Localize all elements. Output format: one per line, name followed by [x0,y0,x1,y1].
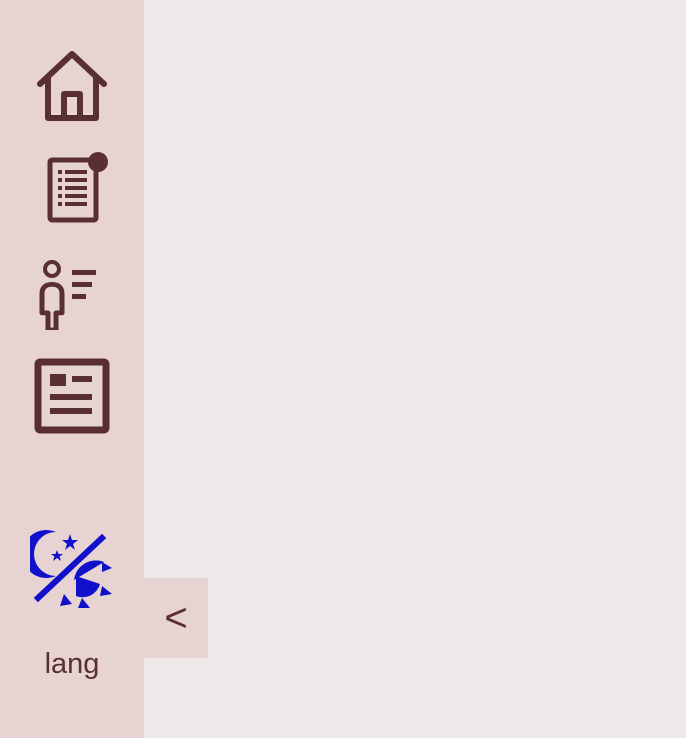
sidebar-item-profile[interactable] [0,244,144,340]
theme-toggle-icon [30,530,112,608]
sidebar: lang [0,0,144,738]
notification-dot [88,152,108,172]
language-button[interactable]: lang [0,640,144,688]
sidebar-item-news[interactable] [0,348,144,444]
home-icon [37,51,107,121]
notes-icon [47,152,108,223]
theme-toggle-button[interactable] [0,520,144,616]
newspaper-icon [34,358,110,434]
profile-list-icon [39,260,96,330]
sidebar-item-notes[interactable] [0,140,144,236]
app-root: lang < [0,0,686,738]
main-content [144,0,686,738]
sidebar-item-home[interactable] [0,36,144,132]
